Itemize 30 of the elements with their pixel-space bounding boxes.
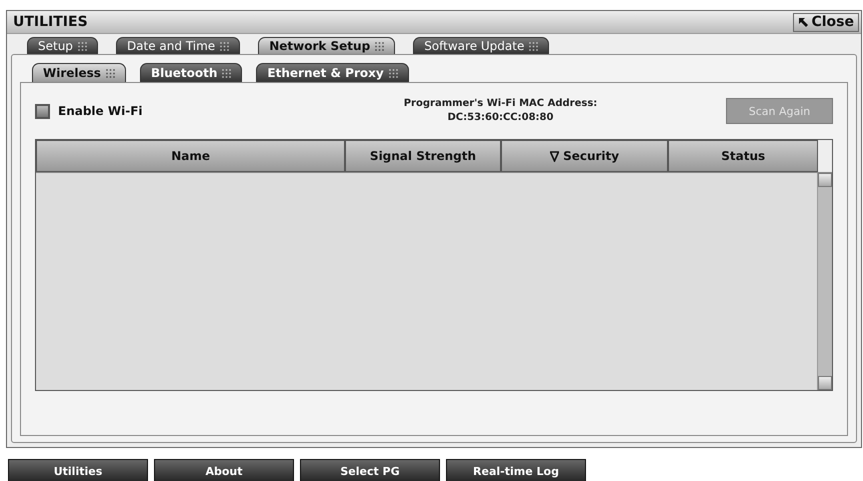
tab[interactable]: Date and Time — [116, 37, 240, 54]
tab[interactable]: Wireless — [32, 63, 126, 82]
tab[interactable]: Software Update — [413, 37, 550, 54]
column-header[interactable]: Status — [668, 140, 818, 172]
nav-button[interactable]: About — [154, 459, 294, 481]
nav-button[interactable]: Real-time Log — [446, 459, 586, 481]
pointer-arrow-icon — [798, 16, 810, 28]
window-title: UTILITIES — [13, 14, 88, 30]
grip-icon — [529, 42, 538, 50]
close-button[interactable]: Close — [793, 12, 859, 32]
grip-icon — [106, 68, 115, 78]
grip-icon — [375, 42, 384, 50]
scrollbar[interactable] — [817, 173, 832, 390]
grip-icon — [220, 42, 230, 50]
tab[interactable]: Network Setup — [258, 37, 396, 54]
nav-button[interactable]: Select PG — [300, 459, 440, 481]
column-header[interactable]: Name — [36, 140, 346, 172]
tab[interactable]: Bluetooth — [140, 63, 242, 82]
grip-icon — [78, 42, 87, 50]
column-header[interactable]: Signal Strength — [345, 140, 501, 172]
mac-address-value: DC:53:60:CC:08:80 — [448, 111, 554, 125]
nav-button[interactable]: Utilities — [8, 459, 148, 481]
tab[interactable]: Setup — [27, 37, 98, 54]
column-header[interactable]: Security — [500, 140, 668, 172]
tab[interactable]: Ethernet & Proxy — [256, 63, 409, 82]
checkbox-label: Enable Wi-Fi — [58, 104, 142, 118]
checkbox[interactable] — [35, 104, 50, 118]
grip-icon — [222, 68, 232, 78]
mac-address-label: Programmer's Wi-Fi MAC Address: — [404, 97, 598, 111]
grip-icon — [388, 68, 398, 78]
